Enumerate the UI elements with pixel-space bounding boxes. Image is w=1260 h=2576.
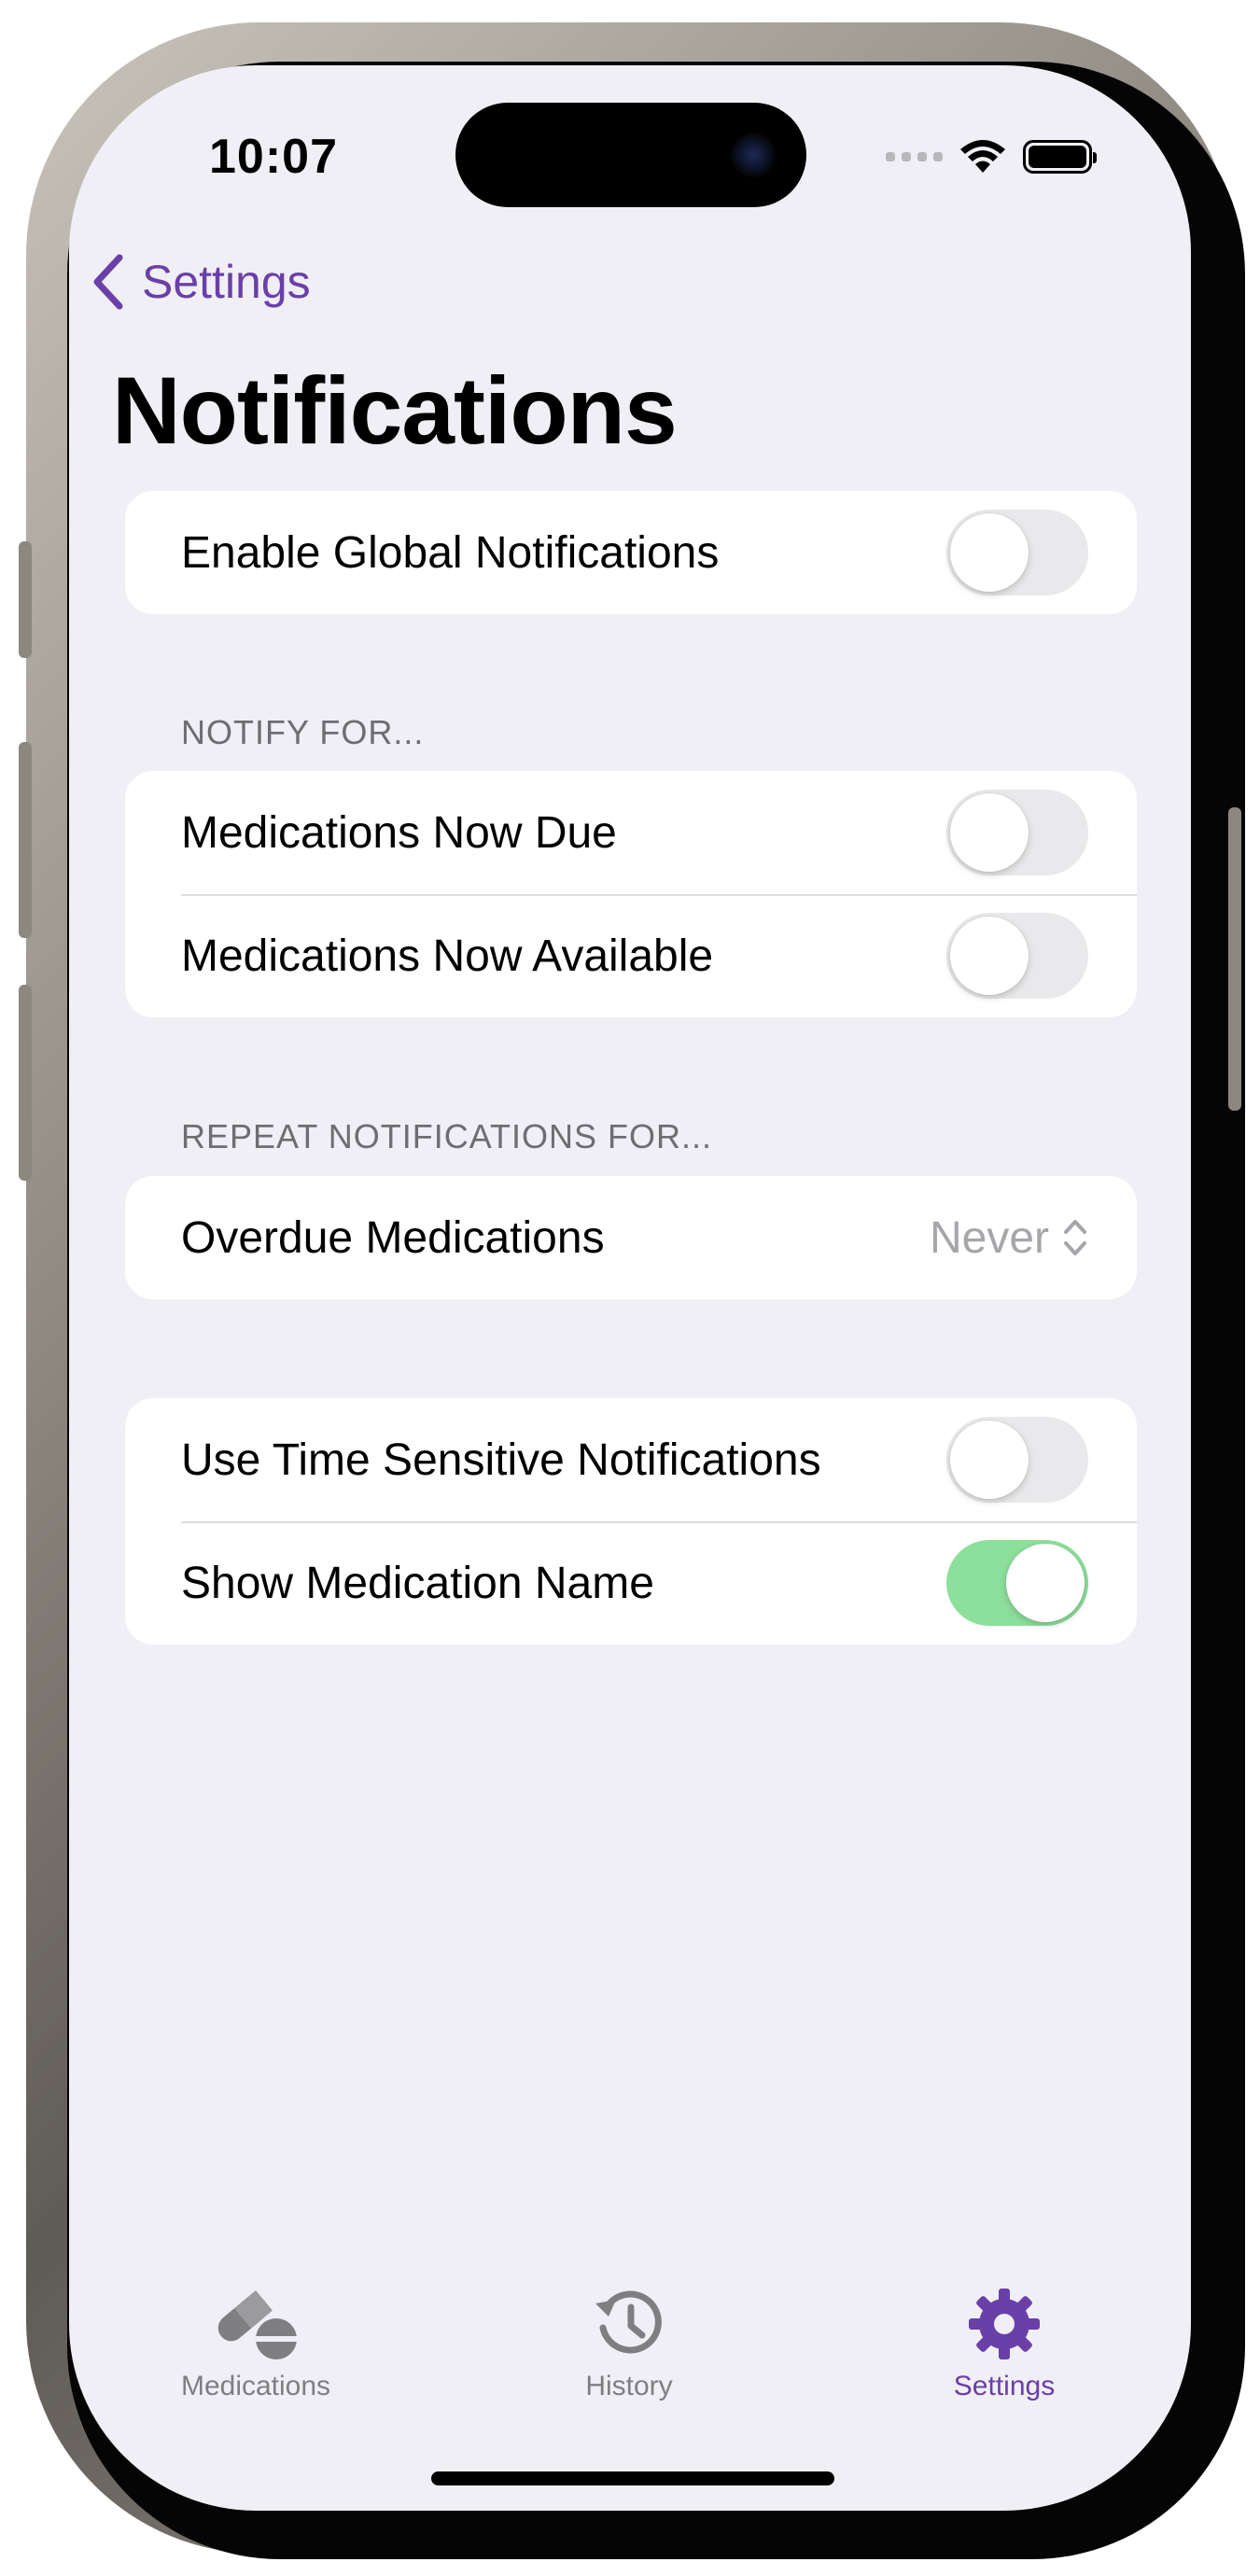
row-label: Enable Global Notifications	[181, 527, 720, 578]
medications-now-due-row: Medications Now Due	[125, 771, 1137, 894]
status-icons	[886, 138, 1097, 175]
time-sensitive-row: Use Time Sensitive Notifications	[125, 1398, 1137, 1521]
tab-settings[interactable]: Settings	[864, 2287, 1144, 2402]
tab-label: History	[585, 2371, 673, 2401]
row-label: Medications Now Available	[181, 931, 714, 981]
power-button	[1228, 807, 1241, 1111]
show-medication-name-toggle[interactable]	[946, 1540, 1088, 1626]
chevron-up-down-icon	[1064, 1220, 1086, 1255]
battery-icon	[1023, 140, 1097, 174]
volume-down-button	[19, 985, 32, 1181]
row-label: Medications Now Due	[181, 807, 617, 858]
notify-for-group: Medications Now Due Medications Now Avai…	[125, 771, 1137, 1017]
row-label: Show Medication Name	[181, 1558, 654, 1608]
tab-history[interactable]: History	[489, 2287, 769, 2402]
page-title: Notifications	[112, 357, 678, 464]
medications-now-available-toggle[interactable]	[946, 913, 1088, 999]
repeat-notifications-header: REPEAT NOTIFICATIONS FOR...	[181, 1117, 713, 1155]
back-button-label: Settings	[142, 256, 311, 308]
chevron-left-icon	[93, 254, 123, 310]
time-sensitive-toggle[interactable]	[946, 1417, 1088, 1503]
status-time: 10:07	[209, 130, 338, 184]
repeat-notifications-group: Overdue Medications Never	[125, 1176, 1137, 1299]
tab-medications[interactable]: Medications	[116, 2287, 396, 2402]
home-indicator[interactable]	[431, 2471, 834, 2485]
volume-up-button	[19, 742, 32, 938]
row-label: Use Time Sensitive Notifications	[181, 1435, 821, 1485]
global-notifications-group: Enable Global Notifications	[125, 491, 1137, 614]
overdue-medications-picker[interactable]: Never	[930, 1212, 1088, 1264]
enable-global-notifications-toggle[interactable]	[946, 510, 1088, 595]
enable-global-notifications-row: Enable Global Notifications	[125, 491, 1137, 614]
pills-icon	[217, 2289, 299, 2359]
picker-value: Never	[929, 1212, 1049, 1263]
back-button[interactable]: Settings	[91, 252, 311, 312]
screen: 10:07 Settings Notifications Enable Glob…	[69, 65, 1191, 2511]
tab-bar: Medications History Settings	[69, 2287, 1191, 2436]
medications-now-due-toggle[interactable]	[946, 790, 1088, 875]
tab-label: Medications	[180, 2371, 331, 2401]
front-camera-icon	[731, 133, 776, 177]
overdue-medications-row: Overdue Medications Never	[125, 1176, 1137, 1299]
gear-icon	[969, 2289, 1040, 2359]
history-clock-icon	[595, 2290, 662, 2354]
action-button	[19, 541, 32, 658]
notify-for-header: NOTIFY FOR...	[181, 713, 425, 751]
row-label: Overdue Medications	[181, 1212, 605, 1263]
show-medication-name-row: Show Medication Name	[125, 1521, 1137, 1645]
notification-options-group: Use Time Sensitive Notifications Show Me…	[125, 1398, 1137, 1645]
dynamic-island	[455, 103, 806, 207]
medications-now-available-row: Medications Now Available	[125, 894, 1137, 1017]
cellular-signal-icon	[886, 152, 943, 161]
wifi-icon	[960, 140, 1005, 173]
tab-label: Settings	[953, 2371, 1056, 2401]
